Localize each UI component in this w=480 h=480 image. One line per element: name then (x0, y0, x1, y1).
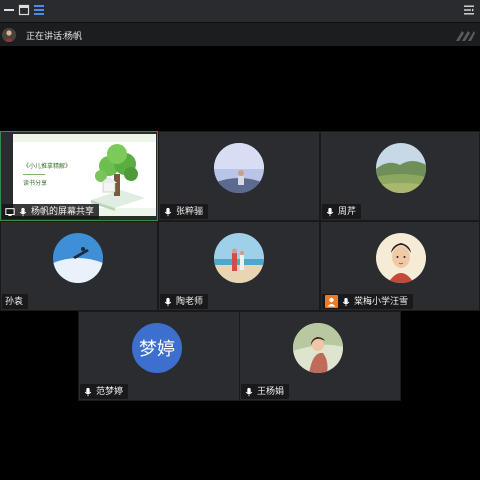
slide-title: 《小儿推拿精解》 (23, 164, 72, 170)
window-toolbar (0, 0, 480, 22)
screen-share-icon (5, 207, 15, 216)
microphone-icon (164, 297, 172, 306)
avatar (376, 143, 426, 193)
slide-subtitle: 读书分享 (23, 181, 48, 187)
participant-tile[interactable]: 陶老师 (158, 221, 320, 311)
participant-tile[interactable]: 棠梅小学汪雪 (320, 221, 480, 311)
window-icon[interactable] (17, 3, 31, 17)
microphone-icon (164, 207, 172, 216)
avatar: 梦婷 (132, 323, 182, 373)
signal-strength-icon (456, 31, 475, 41)
participant-name: 杨帆的屏幕共享 (31, 206, 95, 216)
participant-tile[interactable]: 周芹 (320, 131, 480, 221)
participant-name: 孙袁 (5, 296, 24, 306)
participant-name: 张粹骊 (176, 206, 204, 216)
avatar (214, 143, 264, 193)
microphone-icon (342, 297, 350, 306)
participant-tile[interactable]: 王杨娟 (239, 311, 401, 401)
microphone-icon (326, 207, 334, 216)
speaking-indicator-bar: 正在讲话: 杨帆 (0, 22, 480, 46)
microphone-icon (245, 387, 253, 396)
user-badge-icon (325, 295, 338, 308)
slide-divider (23, 174, 45, 175)
avatar (53, 233, 103, 283)
participant-tile[interactable]: 梦婷 范梦婷 (78, 311, 240, 401)
participant-nameplate: 范梦婷 (80, 384, 129, 399)
participant-nameplate: 王杨娟 (241, 384, 290, 399)
participant-tile[interactable]: 张粹骊 (158, 131, 320, 221)
screen-share-tile[interactable]: 《小儿推拿精解》 读书分享 杨帆的屏幕共享 (0, 131, 158, 221)
participant-nameplate: 陶老师 (160, 294, 209, 309)
participant-nameplate: 孙袁 (2, 294, 29, 309)
participant-tile[interactable]: 孙袁 (0, 221, 158, 311)
minimize-icon[interactable] (2, 3, 16, 17)
avatar (214, 233, 264, 283)
avatar (376, 233, 426, 283)
avatar (293, 323, 343, 373)
layout-list-icon[interactable] (32, 3, 46, 17)
microphone-icon (84, 387, 92, 396)
speaker-avatar (2, 28, 16, 42)
participant-name: 王杨娟 (257, 386, 285, 396)
participant-nameplate: 周芹 (322, 204, 362, 219)
participant-name: 范梦婷 (96, 386, 124, 396)
participant-nameplate: 张粹骊 (160, 204, 209, 219)
microphone-icon (19, 207, 27, 216)
collapse-panel-icon[interactable] (462, 3, 476, 17)
participant-nameplate: 杨帆的屏幕共享 (2, 204, 100, 219)
participant-name: 棠梅小学汪雪 (354, 296, 409, 306)
speaking-label: 正在讲话: (26, 31, 65, 41)
participant-name: 陶老师 (176, 296, 204, 306)
participant-name: 周芹 (338, 206, 357, 216)
participant-nameplate: 棠梅小学汪雪 (322, 294, 414, 309)
speaker-name: 杨帆 (64, 31, 83, 41)
